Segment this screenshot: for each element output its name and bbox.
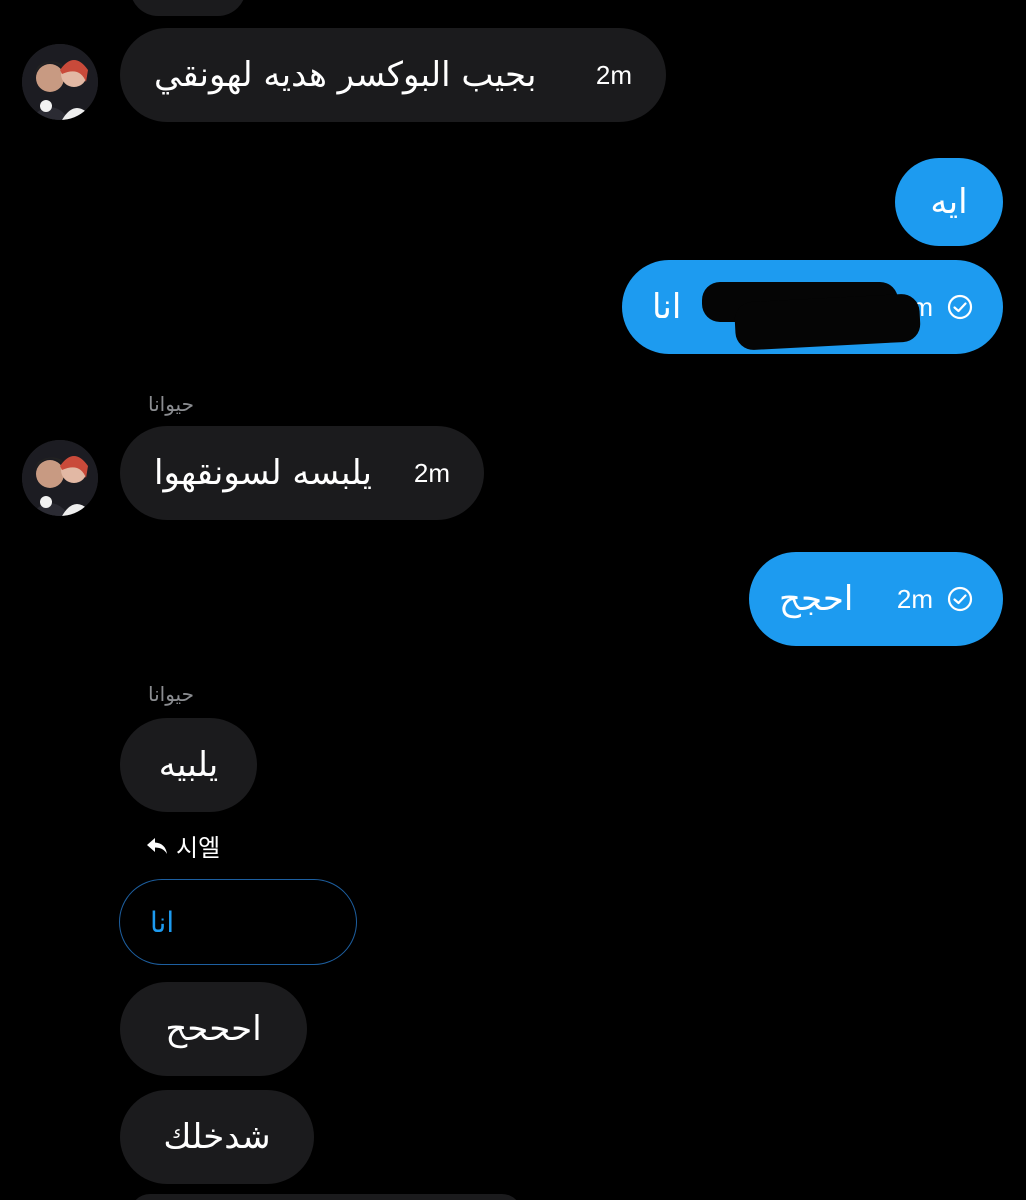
- message-text: بجيب البوكسر هديه لهونقي: [154, 55, 537, 95]
- avatar-image: [22, 440, 98, 516]
- message-text: انا: [652, 287, 682, 327]
- message-bubble-incoming[interactable]: يلبيه: [120, 718, 257, 812]
- reply-indicator[interactable]: 시엘: [146, 828, 220, 863]
- message-bubble-incoming[interactable]: احححح: [120, 982, 307, 1076]
- message-timestamp: 2m: [896, 583, 933, 614]
- check-circle-icon: [947, 294, 973, 320]
- quoted-message-redaction: [205, 902, 325, 942]
- message-bubble-incoming[interactable]: يلبسه لسونقهوا 2m: [120, 426, 484, 520]
- message-bubble-partial[interactable]: [130, 0, 246, 16]
- avatar[interactable]: [22, 440, 98, 516]
- message-bubble-incoming[interactable]: شدخلك: [120, 1090, 314, 1184]
- dm-conversation: بجيب البوكسر هديه لهونقي 2m ايه انا 2m ح…: [0, 0, 1026, 1200]
- quoted-message-text: انا: [150, 905, 175, 939]
- message-bubble-outgoing[interactable]: احجح 2m: [749, 552, 1003, 646]
- check-circle-icon: [947, 586, 973, 612]
- redaction-mark: [733, 293, 922, 351]
- message-timestamp: 2m: [413, 457, 450, 488]
- message-text: ايه: [930, 182, 968, 222]
- reply-to-name: 시엘: [176, 834, 221, 862]
- message-bubble-incoming[interactable]: بجيب البوكسر هديه لهونقي 2m: [120, 28, 666, 122]
- avatar[interactable]: [22, 44, 98, 120]
- message-text: يلبسه لسونقهوا: [154, 453, 372, 493]
- message-bubble-outgoing[interactable]: ايه: [895, 158, 1003, 246]
- message-text: شدخلك: [163, 1117, 271, 1157]
- message-text: يلبيه: [158, 745, 219, 785]
- reply-arrow-icon: [147, 837, 167, 854]
- message-text: احجح: [779, 579, 854, 619]
- sender-name: حيوانا: [148, 682, 194, 706]
- sender-name: حيوانا: [148, 392, 194, 416]
- message-timestamp: 2m: [595, 59, 632, 90]
- avatar-image: [22, 44, 98, 120]
- message-bubble-partial[interactable]: [130, 1194, 522, 1200]
- message-text: احححح: [165, 1009, 262, 1049]
